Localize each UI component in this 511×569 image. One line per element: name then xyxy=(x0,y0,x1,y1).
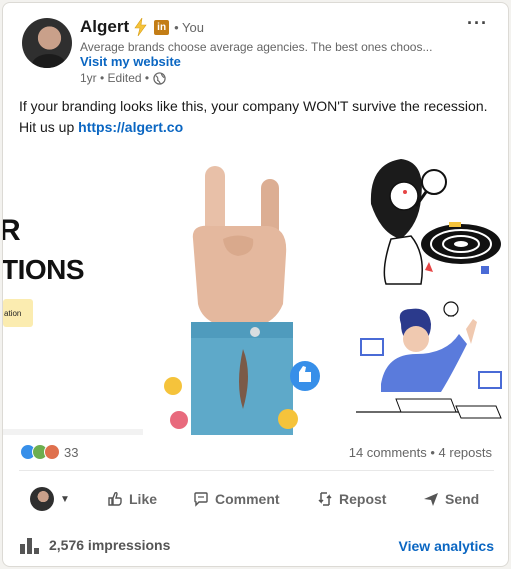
comment-icon xyxy=(194,492,208,507)
globe-icon xyxy=(153,71,166,85)
post-image[interactable]: R TIONS ation xyxy=(3,144,508,435)
reaction-avatar-selector[interactable]: ▼ xyxy=(30,481,70,517)
reaction-count[interactable]: 33 xyxy=(64,445,78,460)
repost-label: Repost xyxy=(339,491,387,507)
lightning-bolt-icon xyxy=(134,18,147,36)
thumbs-up-icon xyxy=(108,491,122,506)
love-reaction-icon xyxy=(44,444,60,460)
image-panel-doodles xyxy=(341,144,508,435)
divider xyxy=(19,470,494,471)
comment-button[interactable]: Comment xyxy=(193,481,280,517)
comments-reposts-count[interactable]: 14 comments • 4 reposts xyxy=(349,445,492,460)
bar-chart-icon xyxy=(20,538,39,554)
impressions[interactable]: 2,576 impressions xyxy=(19,536,170,554)
impressions-count: 2,576 impressions xyxy=(49,537,171,553)
action-bar: ▼ Like Comment Repost Send xyxy=(3,481,508,517)
author-name[interactable]: Algert xyxy=(80,17,129,37)
image-tag: ation xyxy=(3,299,33,327)
image-text-line1: R xyxy=(3,214,21,248)
author-headline: Average brands choose average agencies. … xyxy=(80,40,433,54)
like-label: Like xyxy=(129,491,158,507)
author-avatar[interactable] xyxy=(22,18,72,68)
send-button[interactable]: Send xyxy=(423,481,479,517)
premium-badge-icon: in xyxy=(154,19,170,35)
post-body: If your branding looks like this, your c… xyxy=(19,96,489,138)
image-panel-hand xyxy=(143,144,343,435)
post-footer: 2,576 impressions View analytics xyxy=(3,531,508,561)
post-card: Algert in • You Average brands choose av… xyxy=(2,2,509,567)
repost-icon xyxy=(318,492,332,506)
reactions-summary[interactable]: 33 xyxy=(20,444,78,460)
repost-button[interactable]: Repost xyxy=(317,481,386,517)
comment-label: Comment xyxy=(215,491,280,507)
image-text-line2: TIONS xyxy=(3,254,85,285)
post-link[interactable]: https://algert.co xyxy=(78,119,183,135)
post-time: 1yr • Edited • xyxy=(80,71,150,85)
post-meta: 1yr • Edited • xyxy=(80,71,166,85)
doodle-illustrations xyxy=(356,159,502,419)
visit-website-link[interactable]: Visit my website xyxy=(80,54,181,69)
more-options-icon[interactable]: ··· xyxy=(467,13,488,34)
like-button[interactable]: Like xyxy=(107,481,157,517)
actor-avatar xyxy=(30,487,54,511)
author-name-row: Algert in • You xyxy=(80,17,204,37)
send-label: Send xyxy=(445,491,480,507)
send-icon xyxy=(424,493,438,506)
chevron-down-icon: ▼ xyxy=(60,493,70,505)
view-analytics-link[interactable]: View analytics xyxy=(399,538,494,554)
rock-hand-illustration xyxy=(164,166,320,435)
connection-degree: • You xyxy=(174,19,204,35)
